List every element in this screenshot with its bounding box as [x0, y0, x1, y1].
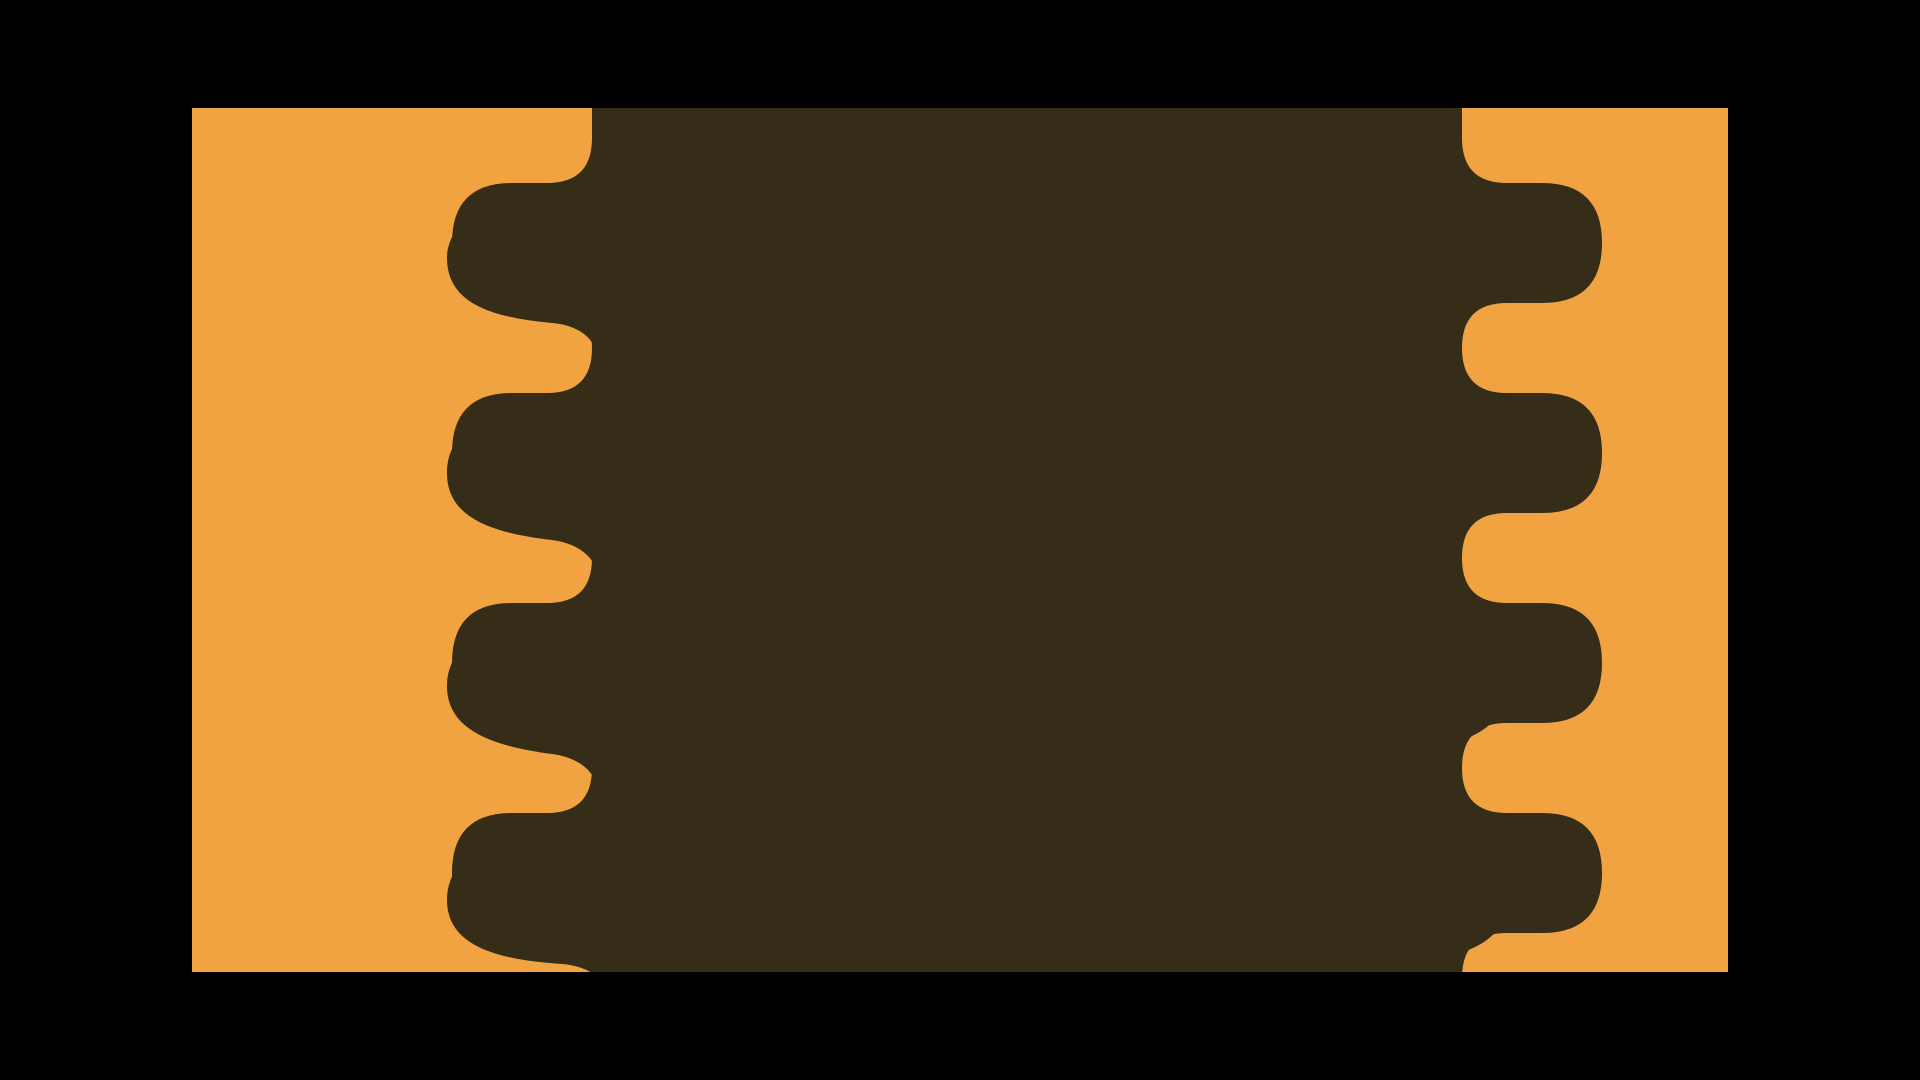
banner-card: React Native Status bar explanation with… [192, 108, 1728, 972]
stage: React Native Status bar explanation with… [0, 0, 1920, 1080]
blob-shape-overlay [192, 108, 1728, 972]
